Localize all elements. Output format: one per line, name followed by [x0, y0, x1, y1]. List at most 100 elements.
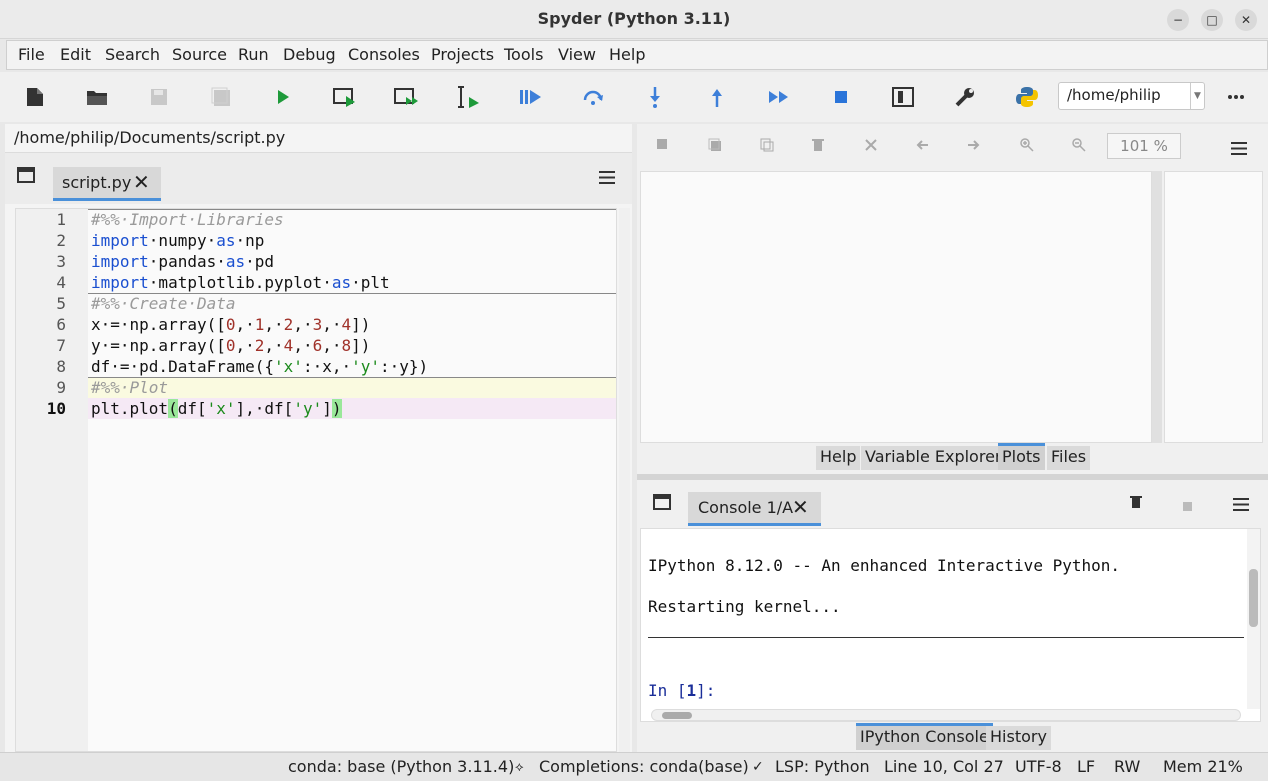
- stop-icon[interactable]: [828, 84, 854, 110]
- browse-console-tabs-icon[interactable]: [653, 494, 671, 514]
- new-file-icon[interactable]: [22, 84, 48, 110]
- maximize-button[interactable]: □: [1201, 9, 1223, 31]
- code-line-2[interactable]: import·numpy·as·np: [91, 230, 264, 251]
- save-all-icon[interactable]: [208, 84, 234, 110]
- run-cell-icon[interactable]: [332, 84, 358, 110]
- status-completions[interactable]: Completions: conda(base): [539, 757, 749, 776]
- code-line-7[interactable]: y·=·np.array([0,·2,·4,·6,·8]): [91, 335, 370, 356]
- code-line-6[interactable]: x·=·np.array([0,·1,·2,·3,·4]): [91, 314, 370, 335]
- tab-variable-explorer[interactable]: Variable Explorer: [861, 446, 1006, 470]
- console-vertical-scrollbar[interactable]: [1247, 529, 1260, 709]
- plot-thumbnails[interactable]: [1164, 171, 1263, 443]
- code-line-10[interactable]: plt.plot(df['x'],·df['y']): [91, 398, 342, 419]
- menu-run[interactable]: Run: [238, 45, 269, 64]
- code-line-5[interactable]: #%%·Create·Data: [91, 293, 236, 314]
- menu-view[interactable]: View: [558, 45, 596, 64]
- console-prompt[interactable]: In [1]:: [648, 681, 715, 700]
- code-editor[interactable]: 1 2 3 4 5 6 7 8 9 10 #%%·Import·Librarie…: [15, 208, 617, 752]
- ipython-console[interactable]: IPython 8.12.0 -- An enhanced Interactiv…: [640, 528, 1261, 722]
- step-into-icon[interactable]: [642, 84, 668, 110]
- menu-file[interactable]: File: [18, 45, 45, 64]
- editor-scrollbar[interactable]: [619, 208, 630, 752]
- menu-source[interactable]: Source: [172, 45, 227, 64]
- editor-options-icon[interactable]: [599, 169, 615, 188]
- line-number: 5: [56, 294, 66, 313]
- step-out-icon[interactable]: [704, 84, 730, 110]
- tab-ipython-console[interactable]: IPython Console: [856, 723, 993, 750]
- code-line-1[interactable]: #%%·Import·Libraries: [91, 209, 284, 230]
- zoom-level-field[interactable]: 101 %: [1107, 133, 1181, 159]
- menu-tools[interactable]: Tools: [504, 45, 543, 64]
- editor-tab-script[interactable]: script.py ✕: [53, 167, 161, 201]
- status-lsp[interactable]: LSP: Python: [775, 757, 870, 776]
- line-number: 2: [56, 231, 66, 250]
- prompt-number: 1: [686, 681, 697, 700]
- menu-edit[interactable]: Edit: [60, 45, 91, 64]
- minimize-button[interactable]: −: [1167, 9, 1189, 31]
- copy-plot-icon[interactable]: [760, 138, 774, 156]
- tab-plots[interactable]: Plots: [998, 443, 1045, 470]
- menu-debug[interactable]: Debug: [283, 45, 336, 64]
- console-options-icon[interactable]: [1233, 496, 1249, 515]
- delete-plot-icon[interactable]: [812, 138, 824, 156]
- console-restart-message: Restarting kernel...: [648, 597, 841, 616]
- save-all-plots-icon[interactable]: [708, 138, 722, 156]
- continue-icon[interactable]: [766, 84, 792, 110]
- console-horizontal-scrollbar[interactable]: [651, 709, 1241, 721]
- tab-files[interactable]: Files: [1047, 446, 1091, 470]
- code-line-8[interactable]: df·=·pd.DataFrame({'x':·x,·'y':·y}): [91, 356, 428, 377]
- debug-icon[interactable]: [518, 84, 544, 110]
- prompt-suffix: ]:: [696, 681, 716, 700]
- console-tab-label: Console 1/A: [698, 498, 794, 517]
- save-icon[interactable]: [146, 84, 172, 110]
- previous-plot-icon[interactable]: [916, 138, 928, 154]
- close-tab-icon[interactable]: ✕: [133, 170, 150, 194]
- maximize-pane-icon[interactable]: [890, 84, 916, 110]
- browse-tabs-icon[interactable]: [17, 167, 35, 187]
- plots-options-icon[interactable]: [1231, 140, 1247, 159]
- code-line-9[interactable]: #%%·Plot: [91, 377, 168, 398]
- preferences-icon[interactable]: [952, 84, 978, 110]
- window-title: Spyder (Python 3.11): [537, 9, 731, 28]
- run-selection-icon[interactable]: [456, 84, 482, 110]
- run-icon[interactable]: [270, 84, 296, 110]
- code-line-4[interactable]: import·matplotlib.pyplot·as·plt: [91, 272, 390, 293]
- interrupt-kernel-icon[interactable]: [1183, 497, 1193, 516]
- status-encoding: UTF-8: [1015, 757, 1062, 776]
- line-number: 3: [56, 252, 66, 271]
- delete-all-plots-icon[interactable]: [864, 138, 878, 156]
- plot-splitter-handle[interactable]: [1152, 171, 1162, 443]
- next-plot-icon[interactable]: [968, 138, 980, 154]
- code-line-3[interactable]: import·pandas·as·pd: [91, 251, 274, 272]
- menu-help[interactable]: Help: [609, 45, 645, 64]
- line-number: 6: [56, 315, 66, 334]
- more-icon[interactable]: [1223, 84, 1249, 110]
- close-console-icon[interactable]: ✕: [792, 495, 809, 519]
- menu-consoles[interactable]: Consoles: [348, 45, 420, 64]
- chevron-down-icon[interactable]: ▼: [1190, 83, 1204, 109]
- menu-projects[interactable]: Projects: [431, 45, 494, 64]
- tab-history[interactable]: History: [986, 726, 1051, 750]
- clear-console-icon[interactable]: [1130, 494, 1142, 513]
- editor-tab-bar: script.py ✕: [5, 152, 632, 204]
- close-button[interactable]: ✕: [1235, 9, 1257, 31]
- step-over-icon[interactable]: [580, 84, 606, 110]
- editor-tab-label: script.py: [62, 173, 132, 192]
- title-bar: Spyder (Python 3.11) − □ ✕: [0, 0, 1268, 39]
- working-directory-combo[interactable]: /home/philip ▼: [1058, 82, 1205, 110]
- menu-search[interactable]: Search: [105, 45, 160, 64]
- line-number: 4: [56, 273, 66, 292]
- scroll-thumb[interactable]: [1249, 569, 1258, 627]
- scroll-thumb[interactable]: [662, 712, 692, 719]
- zoom-out-icon[interactable]: [1072, 138, 1086, 156]
- zoom-in-icon[interactable]: [1020, 138, 1034, 156]
- tab-help[interactable]: Help: [816, 446, 861, 470]
- console-tab[interactable]: Console 1/A ✕: [688, 492, 821, 526]
- python-path-icon[interactable]: [1014, 84, 1040, 110]
- status-environment[interactable]: conda: base (Python 3.11.4): [288, 757, 514, 776]
- run-cell-advance-icon[interactable]: [394, 84, 420, 110]
- save-plot-icon[interactable]: [656, 138, 668, 154]
- open-file-icon[interactable]: [84, 84, 110, 110]
- status-memory: Mem 21%: [1163, 757, 1243, 776]
- plot-canvas[interactable]: [640, 171, 1152, 443]
